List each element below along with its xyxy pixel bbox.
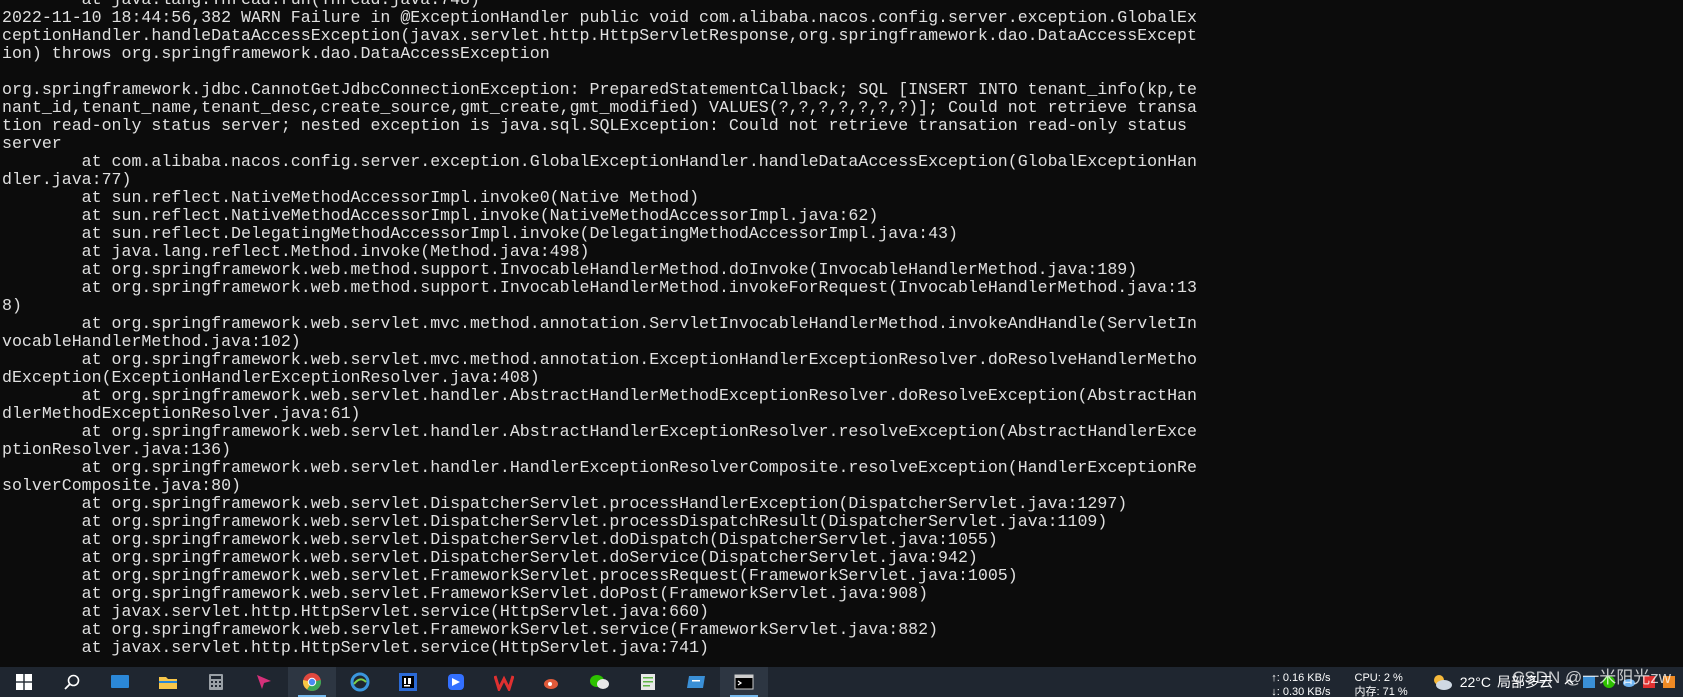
taskbar-app-explorer[interactable] <box>144 667 192 697</box>
console-line: nant_id,tenant_name,tenant_desc,create_s… <box>2 98 1197 117</box>
wps-icon <box>494 675 514 691</box>
console-line: at sun.reflect.NativeMethodAccessorImpl.… <box>2 206 879 225</box>
taskbar-app-edge[interactable] <box>336 667 384 697</box>
console-line: at org.springframework.web.servlet.Dispa… <box>2 530 998 549</box>
console-line: ion) throws org.springframework.dao.Data… <box>2 44 550 63</box>
console-line: at org.springframework.web.servlet.Dispa… <box>2 548 978 567</box>
console-line: ptionResolver.java:136) <box>2 440 232 459</box>
arrow-app-icon <box>257 675 271 689</box>
windows-start-icon <box>16 674 32 690</box>
console-line: at org.springframework.web.method.suppor… <box>2 278 1197 297</box>
console-window[interactable]: at java.lang.Thread.run(Thread.java:748)… <box>0 0 1683 667</box>
chrome-icon <box>302 673 322 692</box>
calculator-icon <box>209 674 223 690</box>
system-tray: ↑: 0.16 KB/s ↓: 0.30 KB/s CPU: 2 % 内存: 7… <box>1271 667 1683 697</box>
partly-cloudy-icon <box>1433 675 1452 690</box>
console-line: at javax.servlet.http.HttpServlet.servic… <box>2 602 710 621</box>
taskbar-app-calculator[interactable] <box>192 667 240 697</box>
console-line: dException(ExceptionHandlerExceptionReso… <box>2 368 540 387</box>
taskbar-app-wechat[interactable] <box>576 667 624 697</box>
taskbar-app-weibo[interactable] <box>528 667 576 697</box>
notepad-icon <box>641 674 655 690</box>
weibo-icon <box>544 679 558 689</box>
network-speed[interactable]: ↑: 0.16 KB/s ↓: 0.30 KB/s <box>1271 667 1330 697</box>
console-line: at org.springframework.web.servlet.Dispa… <box>2 494 1128 513</box>
intellij-icon <box>399 673 417 691</box>
console-line: org.springframework.jdbc.CannotGetJdbcCo… <box>2 80 1197 99</box>
tray-app-icon[interactable] <box>1581 674 1597 690</box>
console-line: at com.alibaba.nacos.config.server.excep… <box>2 152 1197 171</box>
console-line: at org.springframework.web.servlet.handl… <box>2 386 1197 405</box>
console-line: 2022-11-10 18:44:56,382 WARN Failure in … <box>2 8 1197 27</box>
console-line: at org.springframework.web.servlet.Frame… <box>2 566 1018 585</box>
start-button[interactable] <box>0 667 48 697</box>
taskbar-app-arrow[interactable] <box>240 667 288 697</box>
terminal-icon <box>734 674 754 690</box>
net-download-speed: ↓: 0.30 KB/s <box>1271 686 1331 697</box>
tray-icons <box>1561 674 1677 690</box>
console-line: at org.springframework.web.servlet.mvc.m… <box>2 350 1197 369</box>
console-line: solverComposite.java:80) <box>2 476 241 495</box>
console-line: at sun.reflect.NativeMethodAccessorImpl.… <box>2 188 700 207</box>
chevron-up-icon[interactable] <box>1561 674 1577 690</box>
taskbar: ↑: 0.16 KB/s ↓: 0.30 KB/s CPU: 2 % 内存: 7… <box>0 667 1683 697</box>
desktop-app-icon <box>111 675 129 688</box>
console-line: 8) <box>2 296 22 315</box>
console-line: at sun.reflect.DelegatingMethodAccessorI… <box>2 224 958 243</box>
memory-usage: 内存: 71 % <box>1354 686 1408 697</box>
file-explorer-icon <box>159 677 177 689</box>
console-line: dler.java:77) <box>2 170 132 189</box>
console-line: at org.springframework.web.servlet.handl… <box>2 422 1197 441</box>
search-button[interactable] <box>48 667 96 697</box>
tray-wechat-icon[interactable] <box>1601 674 1617 690</box>
console-line: tion read-only status server; nested exc… <box>2 116 1187 135</box>
feishu-icon <box>448 674 464 690</box>
weather-widget[interactable]: 22°C 局部多云 <box>1430 672 1553 692</box>
weather-description: 局部多云 <box>1497 674 1553 690</box>
console-line: dlerMethodExceptionResolver.java:61) <box>2 404 361 423</box>
remote-icon <box>687 676 705 688</box>
console-line: at org.springframework.web.servlet.handl… <box>2 458 1197 477</box>
tray-cloud-icon[interactable] <box>1621 674 1637 690</box>
console-line: at org.springframework.web.method.suppor… <box>2 260 1138 279</box>
console-line: ceptionHandler.handleDataAccessException… <box>2 26 1197 45</box>
taskbar-app-intellij[interactable] <box>384 667 432 697</box>
console-line: at java.lang.reflect.Method.invoke(Metho… <box>2 242 590 261</box>
taskbar-app-chrome[interactable] <box>288 667 336 697</box>
search-icon <box>64 674 80 690</box>
taskbar-app-wps[interactable] <box>480 667 528 697</box>
taskbar-app-notepad[interactable] <box>624 667 672 697</box>
console-line: server <box>2 134 62 153</box>
console-line: at org.springframework.web.servlet.Frame… <box>2 584 929 603</box>
system-monitor[interactable]: CPU: 2 % 内存: 71 % <box>1355 667 1408 697</box>
console-line: at javax.servlet.http.HttpServlet.servic… <box>2 638 710 657</box>
taskbar-app-feishu[interactable] <box>432 667 480 697</box>
console-output: at java.lang.Thread.run(Thread.java:748)… <box>0 0 1197 657</box>
cpu-usage: CPU: 2 % <box>1354 672 1403 684</box>
console-line: at org.springframework.web.servlet.mvc.m… <box>2 314 1197 333</box>
wechat-icon <box>590 675 609 689</box>
console-line: at org.springframework.web.servlet.Dispa… <box>2 512 1108 531</box>
taskbar-app-remote[interactable] <box>672 667 720 697</box>
temperature: 22°C <box>1459 674 1491 690</box>
taskbar-app-desktop[interactable] <box>96 667 144 697</box>
net-upload-speed: ↑: 0.16 KB/s <box>1271 672 1331 684</box>
tray-app-orange-icon[interactable] <box>1661 674 1677 690</box>
taskbar-app-terminal[interactable] <box>720 667 768 697</box>
console-line: vocableHandlerMethod.java:102) <box>2 332 301 351</box>
edge-icon <box>350 672 370 692</box>
tray-app-red-icon[interactable] <box>1641 674 1657 690</box>
console-line: at org.springframework.web.servlet.Frame… <box>2 620 939 639</box>
